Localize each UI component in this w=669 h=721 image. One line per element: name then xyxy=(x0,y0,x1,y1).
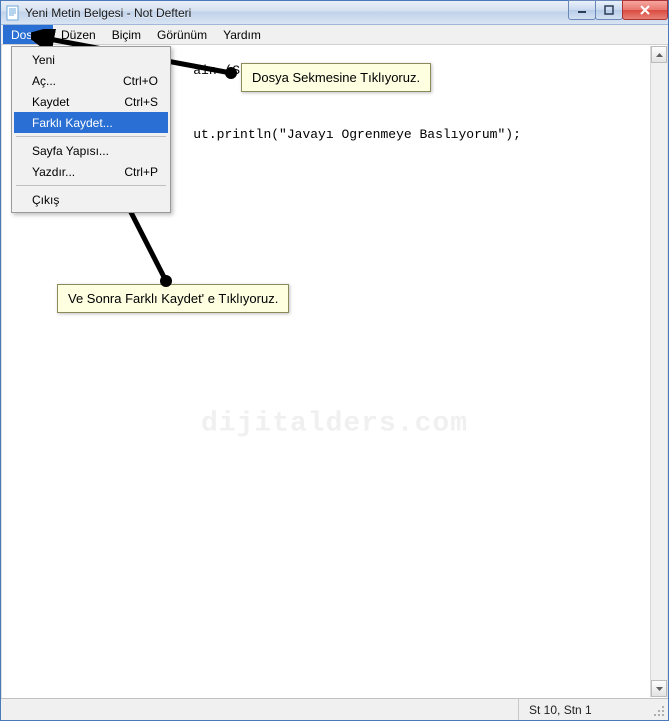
resize-grip[interactable] xyxy=(652,704,666,718)
statusbar: St 10, Stn 1 xyxy=(1,698,668,720)
close-button[interactable] xyxy=(622,0,668,20)
chevron-down-icon xyxy=(656,687,663,691)
menu-item-farkli-kaydet[interactable]: Farklı Kaydet... xyxy=(14,112,168,133)
menu-item-label: Çıkış xyxy=(32,193,59,207)
menu-yardim[interactable]: Yardım xyxy=(215,25,269,44)
menu-item-label: Yeni xyxy=(32,53,55,67)
menu-item-yeni[interactable]: Yeni xyxy=(14,49,168,70)
menu-gorunum[interactable]: Görünüm xyxy=(149,25,215,44)
menu-item-kaydet[interactable]: Kaydet Ctrl+S xyxy=(14,91,168,112)
menu-item-label: Farklı Kaydet... xyxy=(32,116,113,130)
menu-item-cikis[interactable]: Çıkış xyxy=(14,189,168,210)
scroll-down-button[interactable] xyxy=(651,680,667,697)
code-line-2: ut.println("Javayı Ogrenmeye Baslıyorum"… xyxy=(193,127,521,142)
maximize-button[interactable] xyxy=(595,0,623,20)
vertical-scrollbar[interactable] xyxy=(650,46,667,697)
menu-item-ac[interactable]: Aç... Ctrl+O xyxy=(14,70,168,91)
menu-item-shortcut: Ctrl+P xyxy=(124,165,158,179)
menu-item-label: Sayfa Yapısı... xyxy=(32,144,109,158)
notepad-window: Yeni Metin Belgesi - Not Defteri Dosya D… xyxy=(0,0,669,721)
menu-item-yazdir[interactable]: Yazdır... Ctrl+P xyxy=(14,161,168,182)
minimize-icon xyxy=(577,5,587,15)
minimize-button[interactable] xyxy=(568,0,596,20)
callout-bottom: Ve Sonra Farklı Kaydet' e Tıklıyoruz. xyxy=(57,284,289,313)
menu-item-label: Kaydet xyxy=(32,95,69,109)
notepad-icon xyxy=(5,5,21,21)
watermark-text: dijitalders.com xyxy=(201,408,468,439)
file-menu-dropdown: Yeni Aç... Ctrl+O Kaydet Ctrl+S Farklı K… xyxy=(11,46,171,213)
menu-bicim[interactable]: Biçim xyxy=(104,25,149,44)
menu-separator xyxy=(16,185,166,186)
close-icon xyxy=(639,5,651,15)
titlebar: Yeni Metin Belgesi - Not Defteri xyxy=(1,1,668,25)
menubar: Dosya Düzen Biçim Görünüm Yardım xyxy=(1,25,668,45)
menu-item-shortcut: Ctrl+S xyxy=(124,95,158,109)
menu-item-label: Yazdır... xyxy=(32,165,75,179)
resize-grip-icon xyxy=(652,704,666,718)
menu-separator xyxy=(16,136,166,137)
callout-top: Dosya Sekmesine Tıklıyoruz. xyxy=(241,63,431,92)
menu-dosya[interactable]: Dosya xyxy=(3,25,53,44)
chevron-up-icon xyxy=(656,53,663,57)
menu-duzen[interactable]: Düzen xyxy=(53,25,104,44)
maximize-icon xyxy=(604,5,614,15)
scroll-up-button[interactable] xyxy=(651,46,667,63)
window-controls xyxy=(569,0,668,20)
menu-item-shortcut: Ctrl+O xyxy=(123,74,158,88)
menu-item-sayfa-yapisi[interactable]: Sayfa Yapısı... xyxy=(14,140,168,161)
status-position: St 10, Stn 1 xyxy=(518,699,668,720)
menu-item-label: Aç... xyxy=(32,74,56,88)
